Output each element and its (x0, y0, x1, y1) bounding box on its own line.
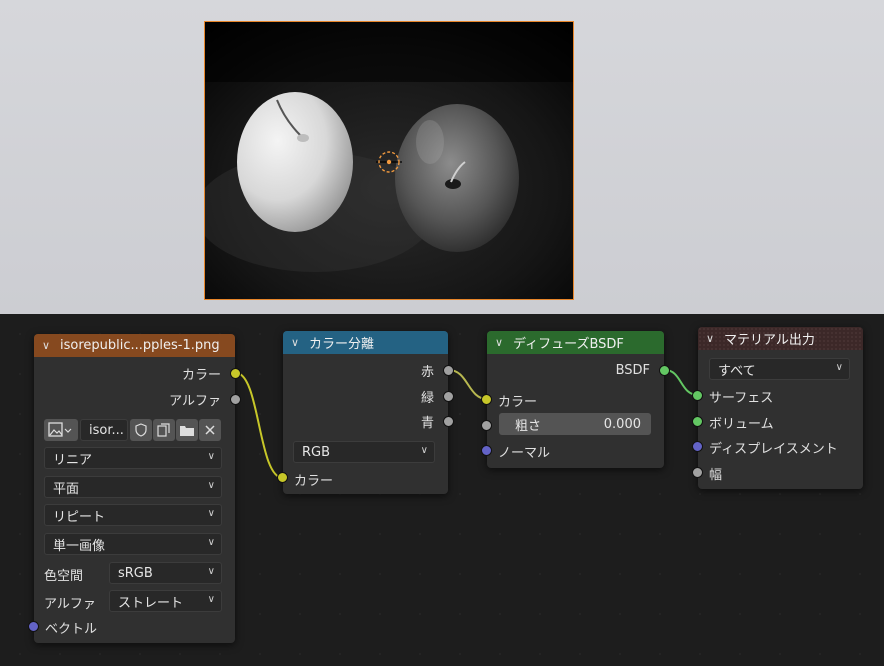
diffuse-in-normal-socket[interactable] (481, 445, 492, 456)
separate-in-color-socket[interactable] (277, 472, 288, 483)
chevron-down-icon: ∨ (207, 566, 215, 577)
open-image-button[interactable] (176, 419, 198, 441)
image-name-field[interactable]: isor... (80, 419, 128, 441)
projection-dropdown[interactable]: 平面 ∨ (44, 476, 222, 498)
image-out-alpha-label: アルファ (169, 393, 221, 409)
image-texture-node[interactable]: ∨ isorepublic...pples-1.png カラー アルファ iso… (28, 334, 241, 643)
separate-out-red-socket[interactable] (443, 365, 454, 376)
diffuse-out-bsdf-socket[interactable] (659, 365, 670, 376)
chevron-down-icon: ∨ (207, 451, 215, 462)
output-in-surface-label: サーフェス (709, 391, 774, 406)
diffuse-out-bsdf-label: BSDF (615, 362, 650, 378)
roughness-label: 粗さ (515, 418, 542, 434)
separate-in-color-label: カラー (294, 474, 334, 489)
roughness-field[interactable]: 粗さ 0.000 (499, 413, 651, 435)
image-in-vector-label: ベクトル (45, 622, 98, 637)
image-browse-button[interactable] (44, 419, 78, 441)
output-target-dropdown[interactable]: すべて ∨ (709, 358, 850, 380)
sample-cursor-icon[interactable] (376, 149, 402, 175)
output-node-header[interactable]: ∨ マテリアル出力 (698, 327, 863, 350)
material-output-node[interactable]: ∨ マテリアル出力 すべて ∨ サーフェス ボリューム ディスプレイスメント 幅 (692, 327, 863, 489)
image-out-alpha-socket[interactable] (230, 394, 241, 405)
alpha-mode-label: アルファ (44, 597, 96, 612)
source-dropdown[interactable]: 単一画像 ∨ (44, 533, 222, 555)
output-in-volume-socket[interactable] (692, 416, 703, 427)
separate-node-header[interactable]: ∨ カラー分離 (283, 331, 448, 354)
image-node-header[interactable]: ∨ isorepublic...pples-1.png (34, 334, 235, 357)
output-in-width-socket[interactable] (692, 467, 703, 478)
diffuse-bsdf-node[interactable]: ∨ ディフューズBSDF BSDF カラー 粗さ 0.000 ノーマル (481, 331, 670, 468)
unlink-image-button[interactable] (199, 419, 221, 441)
separate-out-red-row: 赤 (283, 359, 448, 381)
separate-node-title: カラー分離 (309, 337, 375, 352)
image-out-color-socket[interactable] (230, 368, 241, 379)
close-icon (205, 425, 215, 435)
chevron-down-icon: ∨ (207, 508, 215, 519)
image-out-color-row: カラー (34, 362, 235, 384)
image-out-color-label: カラー (181, 367, 221, 383)
output-in-surface-socket[interactable] (692, 390, 703, 401)
colorspace-value: sRGB (118, 565, 153, 581)
alpha-mode-dropdown[interactable]: ストレート ∨ (109, 590, 222, 612)
output-node-title: マテリアル出力 (724, 333, 815, 348)
diffuse-out-bsdf-row: BSDF (487, 359, 664, 381)
image-out-alpha-row: アルファ (34, 388, 235, 410)
interpolation-dropdown[interactable]: リニア ∨ (44, 447, 222, 469)
extension-dropdown[interactable]: リピート ∨ (44, 504, 222, 526)
separate-out-green-row: 緑 (283, 385, 448, 407)
separate-out-blue-label: 青 (420, 415, 434, 431)
output-in-volume-label: ボリューム (709, 417, 774, 432)
separate-out-blue-row: 青 (283, 410, 448, 432)
extension-value: リピート (53, 509, 106, 525)
chevron-down-icon: ∨ (207, 537, 215, 548)
separate-out-blue-socket[interactable] (443, 416, 454, 427)
diffuse-in-color-socket[interactable] (481, 394, 492, 405)
collapse-chevron-icon[interactable]: ∨ (706, 332, 720, 345)
folder-icon (180, 426, 194, 436)
separate-out-red-label: 赤 (420, 364, 434, 380)
roughness-value: 0.000 (603, 416, 641, 432)
projection-value: 平面 (53, 481, 80, 497)
image-node-title: isorepublic...pples-1.png (60, 338, 220, 353)
diffuse-in-roughness-socket[interactable] (481, 420, 492, 431)
alpha-mode-value: ストレート (118, 595, 184, 611)
separate-out-green-socket[interactable] (443, 391, 454, 402)
duplicate-image-button[interactable] (153, 419, 175, 441)
output-in-displacement-label: ディスプレイスメント (709, 442, 838, 457)
separate-mode-dropdown[interactable]: RGB ∨ (293, 441, 435, 463)
separate-out-green-label: 緑 (420, 390, 434, 406)
colorspace-dropdown[interactable]: sRGB ∨ (109, 562, 222, 584)
output-in-displacement-socket[interactable] (692, 441, 703, 452)
chevron-down-icon: ∨ (420, 445, 428, 456)
colorspace-label: 色空間 (44, 569, 84, 584)
diffuse-in-normal-label: ノーマル (498, 446, 551, 461)
image-name-value: isor... (89, 422, 124, 438)
source-value: 単一画像 (53, 538, 106, 554)
output-in-width-label: 幅 (709, 468, 723, 483)
collapse-chevron-icon[interactable]: ∨ (291, 336, 305, 349)
diffuse-node-header[interactable]: ∨ ディフューズBSDF (487, 331, 664, 354)
chevron-down-icon: ∨ (835, 362, 843, 373)
collapse-chevron-icon[interactable]: ∨ (495, 336, 509, 349)
chevron-down-icon: ∨ (207, 480, 215, 491)
image-in-vector-socket[interactable] (28, 621, 39, 632)
separate-color-node[interactable]: ∨ カラー分離 赤 緑 青 RGB ∨ カラー (277, 331, 454, 494)
chevron-down-icon: ∨ (207, 594, 215, 605)
diffuse-in-color-label: カラー (498, 395, 538, 410)
interpolation-value: リニア (53, 452, 93, 468)
duplicate-icon (157, 423, 170, 437)
shield-icon (135, 423, 147, 437)
separate-mode-value: RGB (302, 444, 331, 460)
collapse-chevron-icon[interactable]: ∨ (42, 339, 56, 352)
diffuse-node-title: ディフューズBSDF (513, 337, 624, 352)
image-preview-viewport[interactable] (0, 0, 884, 314)
output-target-value: すべて (718, 363, 756, 379)
fake-user-button[interactable] (130, 419, 152, 441)
image-icon (48, 422, 72, 437)
